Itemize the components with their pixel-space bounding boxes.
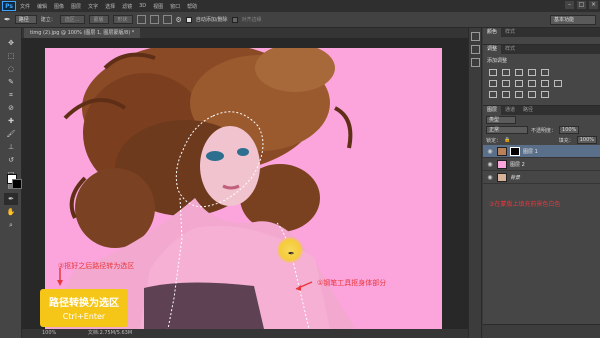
fill-input[interactable]: 100% (576, 136, 597, 144)
adjustments-title: 添加调整 (487, 58, 508, 64)
callout-shortcut: Ctrl+Enter (62, 312, 106, 321)
layer-thumbnail (497, 172, 507, 182)
layer-name: 图层 2 (510, 161, 525, 168)
levels-icon[interactable] (502, 69, 510, 76)
zoom-level[interactable]: 100% (42, 330, 56, 336)
info-panel-icon[interactable] (471, 58, 480, 67)
layers-panel: 类型 正常 不透明度： 100% 锁定： 🔒 填充： 100% ◉ 图层 1 ◉… (483, 115, 600, 325)
threshold-icon[interactable] (515, 91, 523, 98)
tab-layers[interactable]: 图层 (483, 106, 502, 115)
layer-row[interactable]: ◉ 图层 1 (483, 145, 600, 158)
color-lookup-icon[interactable] (554, 80, 562, 87)
selective-color-icon[interactable] (541, 91, 549, 98)
layers-panel-tabs: 图层 通道 路径 (483, 106, 600, 115)
opacity-input[interactable]: 100% (559, 126, 580, 134)
visibility-eye-icon[interactable]: ◉ (486, 174, 494, 181)
collapsed-panel-dock (468, 28, 482, 338)
annotation-step-3: ③在蒙版上填充前景色白色 (489, 201, 561, 208)
invert-icon[interactable] (489, 91, 497, 98)
photo-filter-icon[interactable] (528, 80, 536, 87)
opacity-label: 不透明度： (531, 127, 557, 134)
tab-adjustments[interactable]: 调整 (483, 45, 502, 54)
black-white-icon[interactable] (515, 80, 523, 87)
exposure-icon[interactable] (528, 69, 536, 76)
color-balance-icon[interactable] (502, 80, 510, 87)
status-bar: 100% 文档:2.75M/5.63M (22, 329, 468, 338)
vibrance-icon[interactable] (541, 69, 549, 76)
layer-name: 背景 (510, 174, 521, 181)
shortcut-callout: 路径转换为选区 Ctrl+Enter (40, 289, 128, 327)
tab-paths[interactable]: 路径 (519, 106, 537, 115)
tab-color[interactable]: 颜色 (483, 28, 502, 37)
tab-style[interactable]: 样式 (501, 28, 519, 37)
layer-thumbnail (497, 159, 507, 169)
lock-icon[interactable]: 🔒 (504, 137, 510, 143)
gradient-map-icon[interactable] (528, 91, 536, 98)
visibility-eye-icon[interactable]: ◉ (486, 161, 494, 168)
right-panels: 颜色 样式 调整 样式 添加调整 图层 通道 路径 类型 正常 不透明度： 10… (483, 28, 600, 338)
layer-mask-thumbnail[interactable] (510, 146, 520, 156)
layer-kind-filter[interactable]: 类型 (486, 116, 516, 124)
fill-label: 填充： (558, 137, 574, 144)
layer-thumbnail (497, 146, 507, 156)
brightness-contrast-icon[interactable] (489, 69, 497, 76)
adjustments-panel: 添加调整 (483, 54, 600, 106)
callout-title: 路径转换为选区 (49, 298, 119, 309)
layer-row[interactable]: ◉ 图层 2 (483, 158, 600, 171)
color-panel-tabs: 颜色 样式 (483, 28, 600, 37)
posterize-icon[interactable] (502, 91, 510, 98)
tab-styles[interactable]: 样式 (501, 45, 519, 54)
blend-mode-select[interactable]: 正常 (486, 126, 528, 134)
curves-icon[interactable] (515, 69, 523, 76)
layer-row[interactable]: ◉ 背景 (483, 171, 600, 184)
visibility-eye-icon[interactable]: ◉ (486, 148, 494, 155)
document-size: 文档:2.75M/5.63M (87, 330, 133, 336)
adjustments-panel-tabs: 调整 样式 (483, 45, 600, 54)
history-panel-icon[interactable] (471, 32, 480, 41)
layer-name: 图层 1 (523, 148, 538, 155)
hue-saturation-icon[interactable] (489, 80, 497, 87)
channel-mixer-icon[interactable] (541, 80, 549, 87)
lock-label: 锁定： (486, 137, 502, 144)
tab-channels[interactable]: 通道 (501, 106, 519, 115)
properties-panel-icon[interactable] (471, 45, 480, 54)
